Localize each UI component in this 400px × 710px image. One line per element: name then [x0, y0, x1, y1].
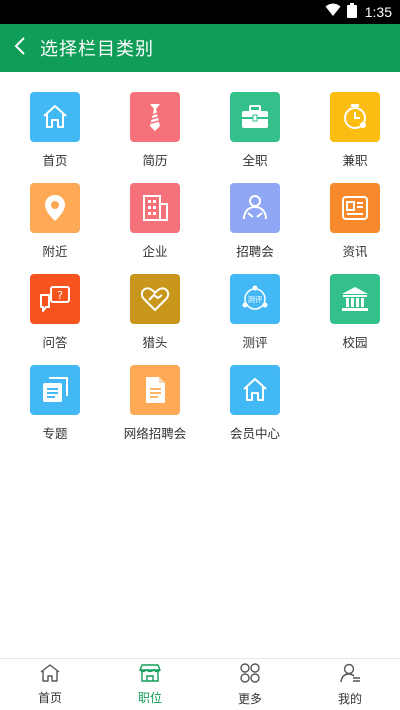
category-home[interactable]: 首页 [5, 92, 105, 169]
battery-icon [346, 2, 357, 22]
tie-icon [130, 92, 180, 142]
news-icon [330, 183, 380, 233]
category-label: 猎头 [142, 335, 168, 350]
category-label: 网络招聘会 [123, 426, 187, 441]
category-parttime[interactable]: 兼职 [305, 92, 400, 169]
handshake-people-icon [230, 183, 280, 233]
app-bar: 选择栏目类别 [0, 24, 400, 72]
category-job-fair[interactable]: 招聘会 [205, 183, 305, 260]
category-company[interactable]: 企业 [105, 183, 205, 260]
category-resume[interactable]: 简历 [105, 92, 205, 169]
nav-label: 首页 [37, 691, 62, 705]
category-label: 会员中心 [229, 426, 280, 441]
nav-item-profile[interactable]: 我的 [300, 659, 400, 710]
category-evaluation[interactable]: 测评 测评 [205, 274, 305, 351]
back-arrow-icon [13, 36, 27, 60]
briefcase-icon [230, 92, 280, 142]
location-pin-icon [30, 183, 80, 233]
category-grid: 首页 简历 全职 兼职 附近 企业 招聘会 资讯 ? 问答 猎头 测评 测评 校… [5, 92, 395, 442]
category-label: 兼职 [342, 153, 368, 168]
category-campus[interactable]: 校园 [305, 274, 400, 351]
category-label: 测评 [242, 335, 268, 350]
category-fulltime[interactable]: 全职 [205, 92, 305, 169]
category-nearby[interactable]: 附近 [5, 183, 105, 260]
back-button[interactable] [0, 24, 40, 72]
category-label: 专题 [42, 426, 68, 441]
category-label: 校园 [342, 335, 368, 350]
topic-cards-icon [30, 365, 80, 415]
question-chat-icon: ? [30, 274, 80, 324]
job-store-icon [139, 663, 161, 687]
category-label: 企业 [142, 244, 168, 259]
bottom-nav: 首页 职位 更多 我的 [0, 658, 400, 710]
status-bar: 1:35 [0, 0, 400, 24]
category-topics[interactable]: 专题 [5, 365, 105, 442]
campus-building-icon [330, 274, 380, 324]
page-title: 选择栏目类别 [40, 39, 154, 60]
evaluation-icon-text: 测评 [248, 295, 263, 304]
nav-item-jobs[interactable]: 职位 [100, 659, 200, 710]
category-headhunter[interactable]: 猎头 [105, 274, 205, 351]
svg-text:?: ? [57, 289, 63, 302]
category-label: 资讯 [342, 244, 368, 259]
home-icon [30, 92, 80, 142]
nav-item-more[interactable]: 更多 [200, 659, 300, 710]
category-online-job-fair[interactable]: 网络招聘会 [105, 365, 205, 442]
document-icon [130, 365, 180, 415]
evaluation-icon: 测评 [230, 274, 280, 324]
category-qa[interactable]: ? 问答 [5, 274, 105, 351]
nav-label: 职位 [137, 691, 162, 705]
category-label: 全职 [242, 153, 268, 168]
nav-item-home[interactable]: 首页 [0, 659, 100, 710]
profile-icon [339, 662, 361, 688]
nav-label: 更多 [237, 692, 262, 706]
home-outline-icon [39, 663, 61, 687]
building-icon [130, 183, 180, 233]
category-news[interactable]: 资讯 [305, 183, 400, 260]
category-label: 问答 [42, 335, 68, 350]
nav-label: 我的 [337, 692, 362, 706]
status-time: 1:35 [364, 4, 392, 20]
home-icon [230, 365, 280, 415]
category-label: 招聘会 [236, 244, 274, 259]
clock-icon [330, 92, 380, 142]
category-label: 首页 [42, 153, 68, 168]
heart-handshake-icon [130, 274, 180, 324]
wifi-icon [325, 3, 341, 21]
more-clover-icon [239, 662, 261, 688]
status-icons [325, 2, 357, 22]
category-label: 附近 [42, 244, 68, 259]
category-member-center[interactable]: 会员中心 [205, 365, 305, 442]
category-label: 简历 [142, 153, 168, 168]
